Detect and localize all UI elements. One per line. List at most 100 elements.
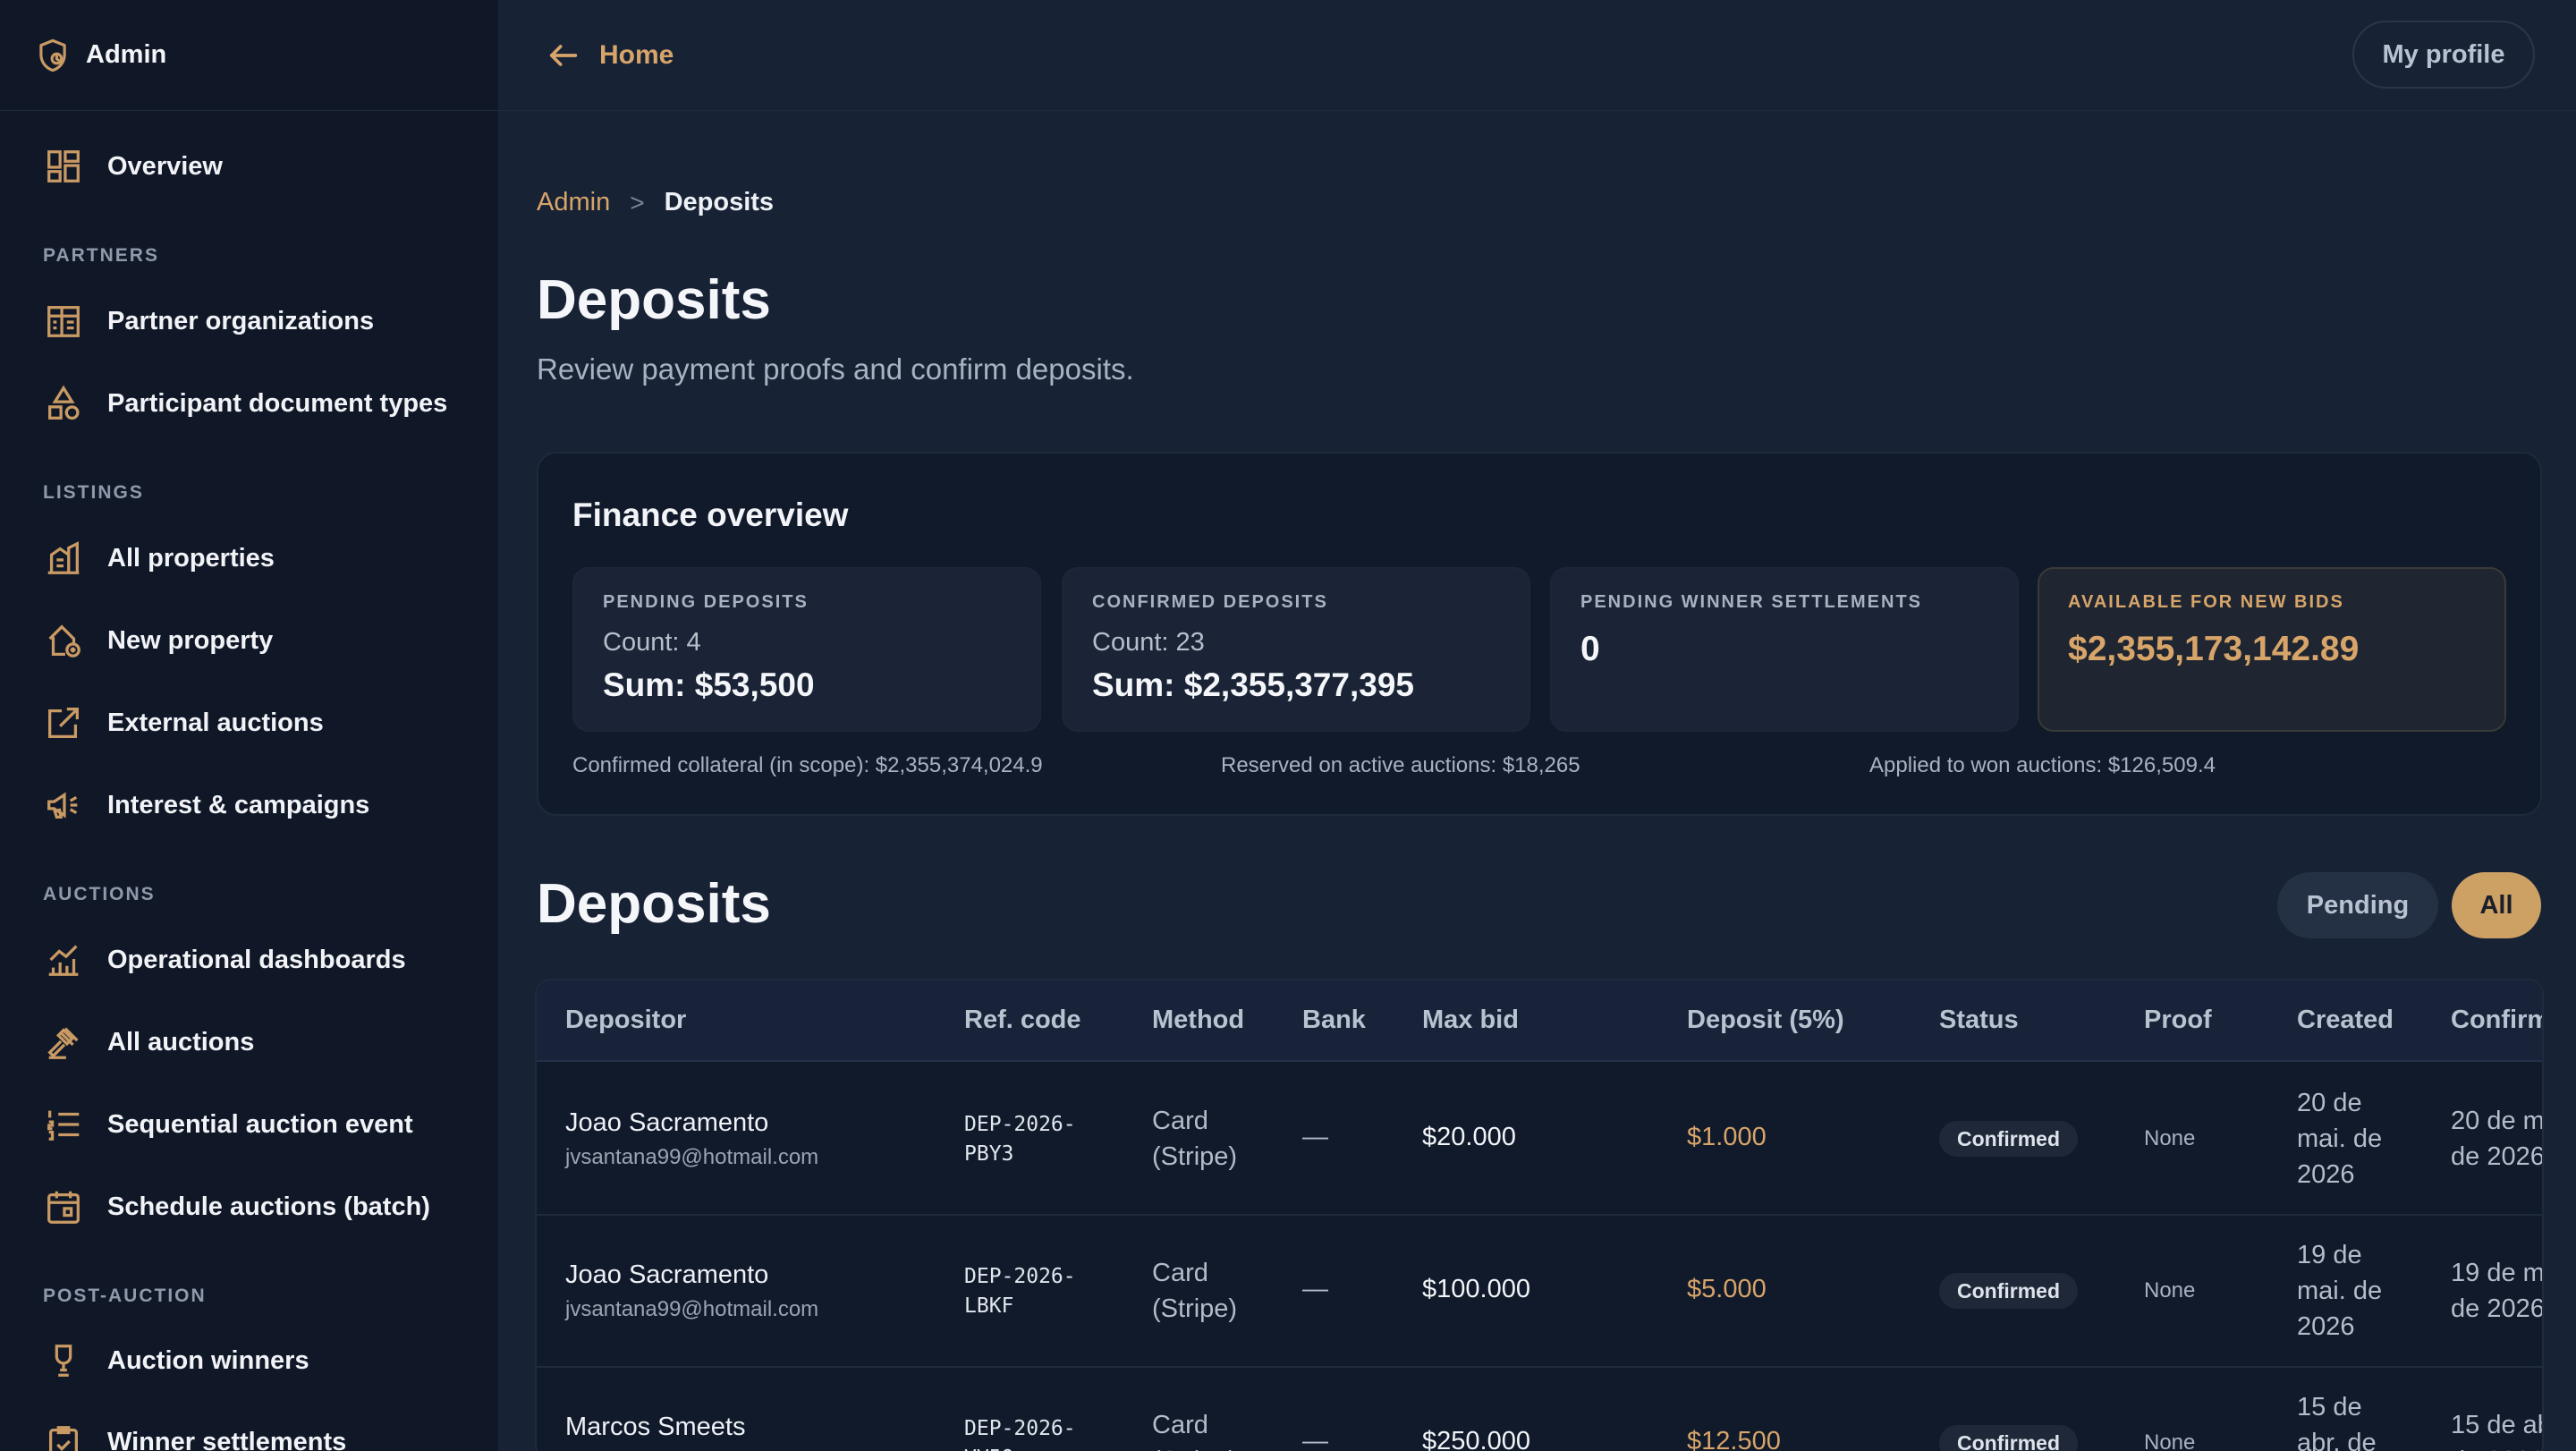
- sidebar-item-label: All properties: [107, 543, 275, 573]
- sidebar-item-label: Overview: [107, 151, 223, 181]
- column-header-deposit[interactable]: Deposit (5%): [1687, 1006, 1844, 1035]
- breadcrumb: Admin > Deposits: [537, 188, 774, 217]
- table-row[interactable]: Marcos Smeets DEP-2026- VV5Q Card (Strip…: [537, 1368, 2542, 1451]
- column-header-status[interactable]: Status: [1939, 1006, 2019, 1035]
- column-header-depositor[interactable]: Depositor: [565, 1006, 686, 1035]
- buildings-icon: [43, 538, 84, 579]
- method-part: (Stripe): [1152, 1142, 1238, 1171]
- bank-cell: —: [1302, 1123, 1328, 1151]
- sidebar-item-schedule-auctions[interactable]: Schedule auctions (batch): [43, 1180, 430, 1234]
- sidebar-item-sequential-auction[interactable]: Sequential auction event: [43, 1098, 413, 1151]
- clipboard-check-icon: [43, 1421, 84, 1451]
- filter-all-button[interactable]: All: [2452, 872, 2541, 938]
- max-bid-cell: $100.000: [1422, 1275, 1530, 1303]
- ref-code-cell: DEP-2026- VV5Q: [964, 1414, 1076, 1451]
- filter-pending-button[interactable]: Pending: [2277, 872, 2438, 938]
- sidebar-item-label: Operational dashboards: [107, 945, 406, 974]
- chevron-right-icon: >: [630, 188, 645, 216]
- stat-value: 0: [1580, 630, 1600, 668]
- dashboard-grid-icon: [43, 146, 84, 187]
- sidebar-item-all-properties[interactable]: All properties: [43, 531, 275, 585]
- method-cell: Card (Stripe): [1152, 1103, 1237, 1175]
- page-subtitle: Review payment proofs and confirm deposi…: [537, 352, 1134, 386]
- method-part: Card: [1152, 1107, 1208, 1135]
- created-cell: 19 de mai. de 2026: [2297, 1237, 2382, 1345]
- brand-label: Admin: [86, 40, 167, 69]
- deposits-table: Depositor Ref. code Method Bank Max bid …: [535, 979, 2544, 1451]
- admin-shield-icon: [34, 37, 72, 74]
- sidebar-item-auction-winners[interactable]: Auction winners: [43, 1334, 309, 1387]
- table-row[interactable]: Joao Sacramento jvsantana99@hotmail.com …: [537, 1064, 2542, 1216]
- sidebar-item-all-auctions[interactable]: All auctions: [43, 1015, 254, 1069]
- section-label-partners: PARTNERS: [43, 245, 159, 266]
- sidebar-item-partner-organizations[interactable]: Partner organizations: [43, 294, 374, 348]
- column-header-ref-code[interactable]: Ref. code: [964, 1006, 1081, 1035]
- confirmed-collateral-text: Confirmed collateral (in scope): $2,355,…: [572, 753, 1043, 777]
- column-header-proof[interactable]: Proof: [2144, 1006, 2212, 1035]
- deposit-cell: $1.000: [1687, 1123, 1767, 1151]
- gavel-icon: [43, 1022, 84, 1063]
- ref-code-part: DEP-2026-: [964, 1417, 1076, 1440]
- column-header-confirmed[interactable]: Confirm: [2451, 1006, 2542, 1035]
- stat-pending-settlements: PENDING WINNER SETTLEMENTS 0: [1550, 567, 2019, 732]
- depositor-cell: Joao Sacramento jvsantana99@hotmail.com: [565, 1260, 818, 1322]
- bank-cell: —: [1302, 1275, 1328, 1303]
- depositor-email: jvsantana99@hotmail.com: [565, 1145, 819, 1169]
- page-title: Deposits: [537, 269, 771, 331]
- home-link[interactable]: Home: [546, 32, 674, 79]
- sidebar-item-external-auctions[interactable]: External auctions: [43, 696, 324, 750]
- sidebar-item-operational-dashboards[interactable]: Operational dashboards: [43, 933, 406, 987]
- method-cell: Card (Stripe): [1152, 1407, 1237, 1451]
- house-plus-icon: [43, 620, 84, 661]
- breadcrumb-current: Deposits: [664, 188, 775, 216]
- confirmed-part: 19 de m: [2451, 1259, 2544, 1287]
- table-row[interactable]: Joao Sacramento jvsantana99@hotmail.com …: [537, 1216, 2542, 1368]
- max-bid-cell: $250.000: [1422, 1427, 1530, 1451]
- ref-code-cell: DEP-2026- LBKF: [964, 1262, 1076, 1321]
- column-header-bank[interactable]: Bank: [1302, 1006, 1366, 1035]
- sidebar-item-overview[interactable]: Overview: [43, 140, 223, 193]
- sidebar-item-interest-campaigns[interactable]: Interest & campaigns: [43, 778, 369, 832]
- depositor-name: Joao Sacramento: [565, 1108, 769, 1137]
- confirmed-cell: 19 de m de 2026: [2451, 1255, 2544, 1327]
- sidebar: Admin Overview PARTNERS Partner organiza…: [0, 0, 499, 1451]
- breadcrumb-admin[interactable]: Admin: [537, 188, 610, 217]
- confirmed-part: de 2026: [2451, 1142, 2544, 1171]
- my-profile-button[interactable]: My profile: [2352, 21, 2535, 89]
- sidebar-item-label: External auctions: [107, 708, 324, 737]
- column-header-created[interactable]: Created: [2297, 1006, 2394, 1035]
- created-part: 20 de: [2297, 1089, 2362, 1117]
- stat-label: AVAILABLE FOR NEW BIDS: [2068, 592, 2344, 612]
- stat-sum: Sum: $53,500: [603, 666, 815, 703]
- table-header: Depositor Ref. code Method Bank Max bid …: [537, 980, 2542, 1062]
- created-part: 19 de: [2297, 1241, 2362, 1269]
- created-cell: 20 de mai. de 2026: [2297, 1085, 2382, 1192]
- ref-code-part: LBKF: [964, 1294, 1014, 1318]
- stat-confirmed-deposits: CONFIRMED DEPOSITS Count: 23 Sum: $2,355…: [1062, 567, 1530, 732]
- created-part: 2026: [2297, 1312, 2355, 1341]
- created-part: mai. de: [2297, 1277, 2383, 1305]
- column-header-max-bid[interactable]: Max bid: [1422, 1006, 1519, 1035]
- column-header-method[interactable]: Method: [1152, 1006, 1244, 1035]
- ref-code-part: VV5Q: [964, 1444, 1076, 1451]
- sidebar-item-label: All auctions: [107, 1027, 255, 1056]
- confirmed-cell: 15 de ab de 2026: [2451, 1407, 2542, 1451]
- deposit-cell: $12.500: [1687, 1427, 1781, 1451]
- sidebar-item-label: Winner settlements: [107, 1427, 347, 1451]
- status-badge: Confirmed: [1939, 1425, 2078, 1451]
- sidebar-item-new-property[interactable]: New property: [43, 614, 273, 667]
- proof-cell: None: [2144, 1126, 2196, 1150]
- sidebar-item-document-types[interactable]: Participant document types: [43, 377, 447, 430]
- section-label-post-auction: POST-AUCTION: [43, 1286, 207, 1306]
- sidebar-item-winner-settlements[interactable]: Winner settlements: [43, 1415, 346, 1451]
- stat-count: Count: 4: [603, 628, 701, 657]
- topbar: Home My profile: [499, 0, 2576, 111]
- bank-cell: —: [1302, 1427, 1328, 1451]
- arrow-left-icon: [549, 45, 578, 66]
- brand[interactable]: Admin: [0, 0, 498, 111]
- proof-cell: None: [2144, 1278, 2196, 1303]
- confirmed-part: 20 de m: [2451, 1107, 2544, 1135]
- created-part: 2026: [2297, 1160, 2355, 1189]
- created-part: mai. de: [2297, 1124, 2383, 1153]
- stat-available-for-bids: AVAILABLE FOR NEW BIDS $2,355,173,142.89: [2038, 567, 2506, 732]
